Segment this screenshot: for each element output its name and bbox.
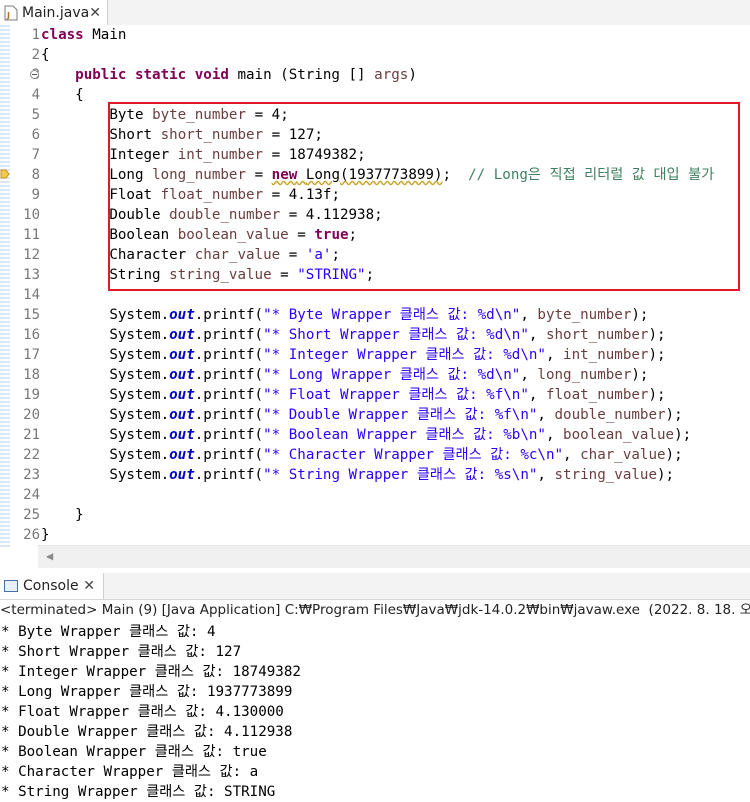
code-line-15: System.out.printf("* Byte Wrapper 클래스 값:…	[109, 307, 649, 323]
line-number: 21	[23, 427, 40, 443]
code-line-1: class Main	[41, 27, 127, 43]
console-output-line: * Character Wrapper 클래스 값: a	[1, 764, 259, 780]
scroll-left-icon[interactable]: ◀	[46, 549, 53, 563]
line-number: 14	[23, 287, 40, 303]
code-line-4: {	[75, 87, 84, 103]
close-tab-icon[interactable]: ✕	[89, 5, 101, 21]
line-number: 11	[23, 227, 40, 243]
line-number: 18	[23, 367, 40, 383]
line-number: 8	[31, 167, 40, 183]
code-line-22: System.out.printf("* Character Wrapper 클…	[109, 447, 683, 463]
line-number: 26	[23, 527, 40, 543]
tab-console[interactable]: Console ✕	[0, 573, 104, 599]
line-number-gutter: 1234567891011121314151617181920212223242…	[10, 25, 40, 547]
svg-text:J: J	[6, 11, 10, 20]
highlight-box	[108, 102, 740, 291]
console-output-line: * Float Wrapper 클래스 값: 4.130000	[1, 704, 284, 720]
code-line-18: System.out.printf("* Long Wrapper 클래스 값:…	[109, 367, 649, 383]
line-number: 20	[23, 407, 40, 423]
code-editor[interactable]: 1234567891011121314151617181920212223242…	[0, 25, 750, 568]
code-line-16: System.out.printf("* Short Wrapper 클래스 값…	[109, 327, 666, 343]
line-number: 22	[23, 447, 40, 463]
fold-collapse-icon[interactable]	[30, 70, 39, 79]
line-number: 12	[23, 247, 40, 263]
horizontal-scrollbar[interactable]: ◀	[38, 545, 750, 568]
line-number: 9	[31, 187, 40, 203]
line-number: 16	[23, 327, 40, 343]
code-line-25: }	[75, 507, 84, 523]
console-output-line: * Long Wrapper 클래스 값: 1937773899	[1, 684, 293, 700]
code-line-19: System.out.printf("* Float Wrapper 클래스 값…	[109, 387, 666, 403]
line-number: 17	[23, 347, 40, 363]
console-status: <terminated> Main (9) [Java Application]…	[0, 602, 750, 618]
overview-ruler	[0, 25, 10, 547]
line-number: 2	[31, 47, 40, 63]
code-line-26: }	[41, 527, 50, 543]
line-number: 7	[31, 147, 40, 163]
code-line-23: System.out.printf("* String Wrapper 클래스 …	[109, 467, 675, 483]
console-tab-label: Console	[23, 578, 79, 594]
console-output-line: * Integer Wrapper 클래스 값: 18749382	[1, 664, 301, 680]
tab-main-java[interactable]: J Main.java ✕	[0, 0, 108, 25]
console-output-line: * Boolean Wrapper 클래스 값: true	[1, 744, 267, 760]
warning-icon[interactable]	[0, 167, 10, 181]
line-number: 1	[31, 27, 40, 43]
line-number: 24	[23, 487, 40, 503]
line-number: 6	[31, 127, 40, 143]
line-number: 23	[23, 467, 40, 483]
code-line-2: {	[41, 47, 50, 63]
line-number: 10	[23, 207, 40, 223]
console-tab-bar: Console ✕	[0, 573, 750, 600]
console-output-line: * Byte Wrapper 클래스 값: 4	[1, 624, 216, 640]
editor-tab-bar: J Main.java ✕	[0, 0, 750, 26]
line-number: 13	[23, 267, 40, 283]
line-number: 4	[31, 87, 40, 103]
line-number: 5	[31, 107, 40, 123]
console-output-line: * Double Wrapper 클래스 값: 4.112938	[1, 724, 293, 740]
line-number: 15	[23, 307, 40, 323]
line-number: 19	[23, 387, 40, 403]
close-console-icon[interactable]: ✕	[83, 578, 95, 594]
tab-label: Main.java	[22, 4, 90, 21]
console-icon	[4, 580, 18, 592]
console-output-line: * String Wrapper 클래스 값: STRING	[1, 784, 276, 800]
code-line-17: System.out.printf("* Integer Wrapper 클래스…	[109, 347, 666, 363]
console-output-line: * Short Wrapper 클래스 값: 127	[1, 644, 242, 660]
code-line-20: System.out.printf("* Double Wrapper 클래스 …	[109, 407, 683, 423]
code-line-21: System.out.printf("* Boolean Wrapper 클래스…	[109, 427, 692, 443]
line-number: 25	[23, 507, 40, 523]
java-file-icon: J	[4, 5, 18, 21]
code-line-3: public static void main (String [] args)	[75, 67, 417, 83]
